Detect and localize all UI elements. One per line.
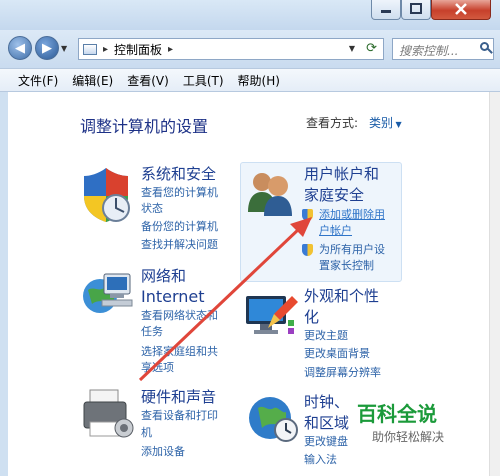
category-network-title-line2[interactable]: Internet xyxy=(141,287,205,307)
menu-edit[interactable]: 编辑(E) xyxy=(65,72,120,89)
link-view-computer-status-cont[interactable]: 状态 xyxy=(141,201,163,217)
page-title: 调整计算机的设置 xyxy=(80,117,209,136)
link-find-fix-problems[interactable]: 查找并解决问题 xyxy=(141,237,218,253)
watermark-logo-text: 百科全说 xyxy=(357,402,437,426)
vertical-scrollbar[interactable] xyxy=(489,92,500,476)
address-input[interactable]: ▸ 控制面板 ▸ ▼ ⟳ xyxy=(78,38,384,60)
category-appearance-title-line2[interactable]: 化 xyxy=(304,307,319,327)
address-dropdown-icon[interactable]: ▼ xyxy=(349,44,355,53)
menu-bar: 文件(F) 编辑(E) 查看(V) 工具(T) 帮助(H) xyxy=(0,68,500,92)
back-button[interactable]: ◀ xyxy=(8,36,32,60)
category-system-security-title[interactable]: 系统和安全 xyxy=(141,164,216,184)
minimize-button[interactable] xyxy=(371,0,401,20)
appearance-monitor-icon[interactable] xyxy=(244,290,300,338)
link-adjust-screen-resolution[interactable]: 调整屏幕分辨率 xyxy=(304,365,381,381)
watermark-subtitle: 助你轻松解决 xyxy=(372,430,445,444)
network-globe-icon[interactable] xyxy=(80,268,136,320)
view-by-dropdown[interactable]: 类别 xyxy=(369,114,402,131)
menu-view[interactable]: 查看(V) xyxy=(120,72,176,89)
link-change-keyboards[interactable]: 更改键盘 xyxy=(304,434,348,450)
link-homegroup-sharing[interactable]: 选择家庭组和共 xyxy=(141,344,218,360)
link-change-theme[interactable]: 更改主题 xyxy=(304,328,348,344)
link-add-device[interactable]: 添加设备 xyxy=(141,444,185,460)
category-clock-region-title-line1[interactable]: 时钟、 xyxy=(304,392,349,412)
close-button[interactable] xyxy=(431,0,491,20)
system-security-shield-icon[interactable] xyxy=(80,166,132,224)
address-toolbar: ◀ ▶ ▼ ▸ 控制面板 ▸ ▼ ⟳ 搜索控制... xyxy=(0,30,500,68)
back-arrow-icon: ◀ xyxy=(15,40,25,56)
category-hardware-sound-title[interactable]: 硬件和声音 xyxy=(141,387,216,407)
link-input-method[interactable]: 输入法 xyxy=(304,452,337,468)
link-view-computer-status[interactable]: 查看您的计算机 xyxy=(141,185,218,201)
link-homegroup-sharing-cont[interactable]: 享选项 xyxy=(141,360,174,376)
link-view-devices-printers-cont[interactable]: 机 xyxy=(141,425,152,441)
search-icon[interactable] xyxy=(480,42,489,51)
search-placeholder: 搜索控制... xyxy=(399,44,459,58)
category-clock-region-title-line2[interactable]: 和区域 xyxy=(304,413,349,433)
category-user-accounts-title-line2[interactable]: 家庭安全 xyxy=(304,185,364,205)
menu-file[interactable]: 文件(F) xyxy=(0,72,65,89)
title-bar xyxy=(0,0,500,30)
user-accounts-icon[interactable] xyxy=(244,168,298,218)
uac-shield-icon xyxy=(302,244,313,256)
forward-arrow-icon: ▶ xyxy=(42,40,52,56)
link-parental-controls[interactable]: 为所有用户设 xyxy=(319,242,385,258)
link-change-desktop-background[interactable]: 更改桌面背景 xyxy=(304,346,370,362)
category-user-accounts-title-line1[interactable]: 用户帐户和 xyxy=(304,164,379,184)
search-input[interactable]: 搜索控制... xyxy=(392,38,494,60)
category-appearance-title-line1[interactable]: 外观和个性 xyxy=(304,286,379,306)
clock-globe-icon[interactable] xyxy=(248,392,300,444)
view-by-label: 查看方式: xyxy=(306,116,359,130)
forward-button[interactable]: ▶ xyxy=(35,36,59,60)
link-view-devices-printers[interactable]: 查看设备和打印 xyxy=(141,408,218,424)
refresh-icon[interactable]: ⟳ xyxy=(366,41,377,56)
breadcrumb[interactable]: 控制面板 xyxy=(114,41,162,58)
category-network-title-line1[interactable]: 网络和 xyxy=(141,266,186,286)
printer-icon[interactable] xyxy=(80,386,136,446)
link-add-remove-user-accounts[interactable]: 添加或删除用 xyxy=(319,207,385,223)
menu-tools[interactable]: 工具(T) xyxy=(176,72,231,89)
recent-pages-dropdown-icon[interactable]: ▼ xyxy=(61,44,67,53)
maximize-button[interactable] xyxy=(401,0,431,20)
control-panel-icon xyxy=(83,43,97,55)
link-parental-controls-cont[interactable]: 置家长控制 xyxy=(319,258,374,274)
uac-shield-icon xyxy=(302,209,313,221)
breadcrumb-chevron-icon[interactable]: ▸ xyxy=(103,44,108,55)
breadcrumb-chevron-icon[interactable]: ▸ xyxy=(168,44,173,55)
link-backup-computer[interactable]: 备份您的计算机 xyxy=(141,219,218,235)
menu-help[interactable]: 帮助(H) xyxy=(231,72,287,89)
link-view-network-status-cont[interactable]: 任务 xyxy=(141,324,163,340)
link-add-remove-user-accounts-cont[interactable]: 户帐户 xyxy=(319,223,352,239)
link-view-network-status[interactable]: 查看网络状态和 xyxy=(141,308,218,324)
